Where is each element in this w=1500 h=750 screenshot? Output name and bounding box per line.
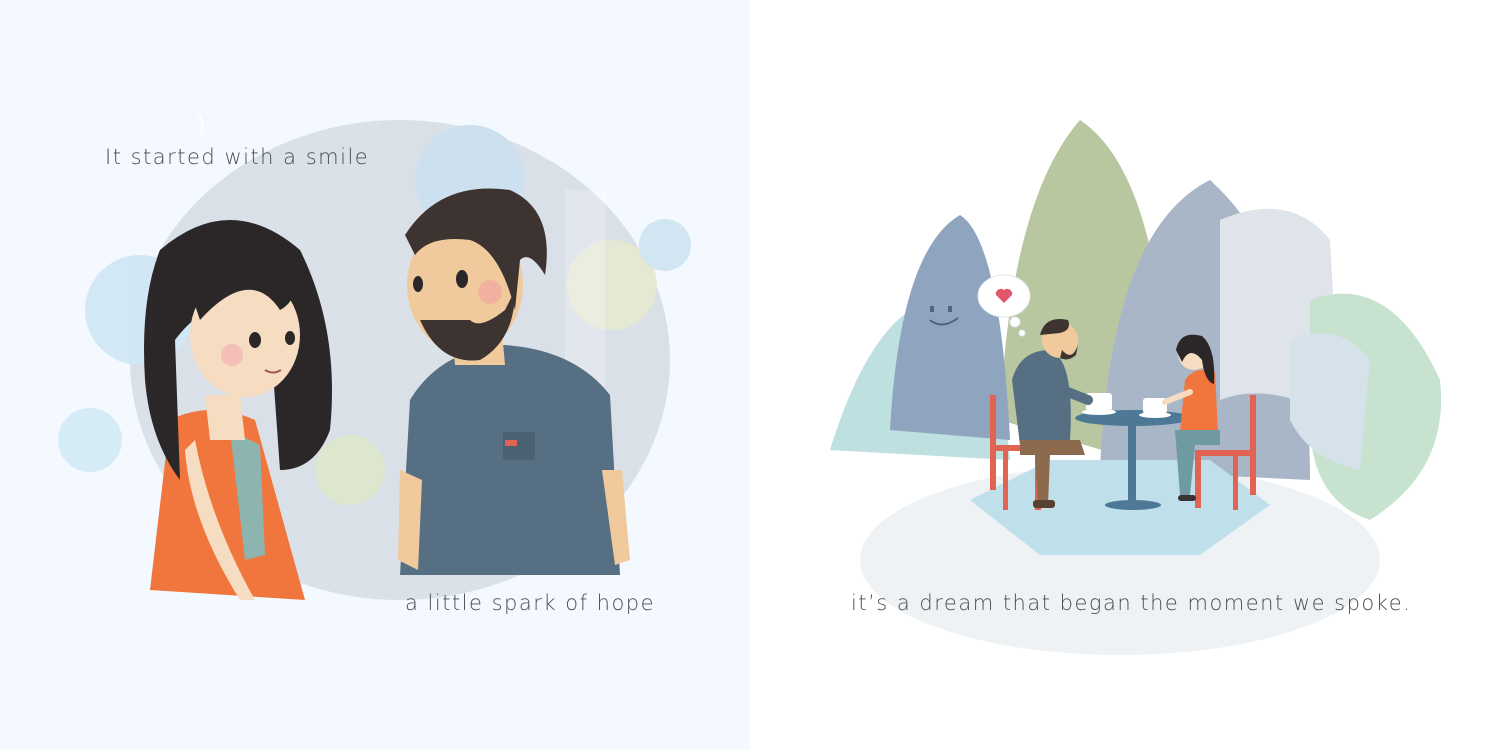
man-cheek — [478, 280, 502, 304]
blue-dot-2 — [58, 408, 122, 472]
caption-dream: it’s a dream that began the moment we sp… — [851, 591, 1412, 615]
mountain-eye-left — [930, 306, 934, 312]
mountain-eye-right — [948, 306, 952, 312]
girl-neck — [205, 395, 245, 440]
seated-girl-shoe — [1178, 495, 1196, 501]
caption-spark-of-hope: a little spark of hope — [405, 591, 656, 615]
seated-man-shirt — [1012, 350, 1071, 445]
crescent-moon-icon — [196, 110, 204, 140]
right-illustration — [830, 120, 1442, 655]
girl-eye-left — [249, 332, 261, 348]
left-illustration — [58, 110, 691, 600]
man-eye-right — [456, 270, 468, 288]
man-eye-left — [413, 276, 423, 292]
caption-smile: It started with a smile — [105, 145, 370, 169]
left-page: It started with a smile a little spark o… — [0, 0, 750, 750]
pocket-pen — [505, 440, 517, 446]
table-leg — [1128, 420, 1136, 500]
girl-cheek — [221, 344, 243, 366]
man-arm-left — [398, 470, 422, 570]
seated-man-shoe — [1033, 500, 1055, 508]
table-base — [1105, 500, 1161, 510]
right-page: it’s a dream that began the moment we sp… — [750, 0, 1500, 750]
blue-dot-4 — [639, 219, 691, 271]
girl-eye-right — [285, 331, 295, 345]
green-dot — [315, 435, 385, 505]
